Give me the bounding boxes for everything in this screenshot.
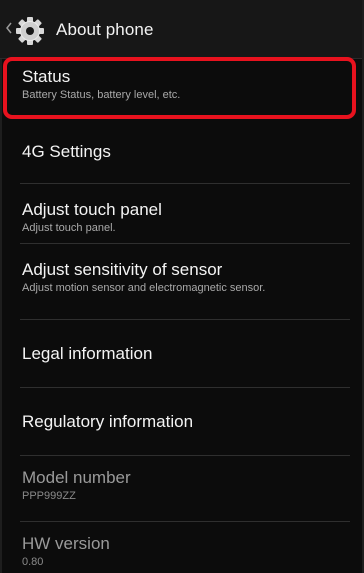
list-item-legal-information[interactable]: Legal information <box>0 320 364 388</box>
page-title: About phone <box>56 20 154 39</box>
item-summary: 0.80 <box>22 556 44 568</box>
item-title: Adjust sensitivity of sensor <box>22 260 223 279</box>
list-item-model-number: Model number PPP999ZZ <box>0 456 364 522</box>
list-item-status[interactable]: Status Battery Status, battery level, et… <box>0 58 364 118</box>
settings-gear-icon[interactable] <box>14 15 46 47</box>
item-title: Status <box>22 67 71 86</box>
item-title: Adjust touch panel <box>22 200 162 219</box>
action-bar: About phone <box>0 0 364 59</box>
item-summary: PPP999ZZ <box>22 490 76 502</box>
item-summary: Adjust motion sensor and electromagnetic… <box>22 282 266 294</box>
list-item-adjust-sensitivity[interactable]: Adjust sensitivity of sensor Adjust moti… <box>0 244 364 320</box>
item-summary: Battery Status, battery level, etc. <box>22 89 181 101</box>
screen: About phone Status Battery Status, batte… <box>0 0 364 573</box>
item-title: Regulatory information <box>22 412 194 431</box>
list-item-4g-settings[interactable]: 4G Settings <box>0 118 364 184</box>
list-item-hw-version: HW version 0.80 <box>0 522 364 573</box>
item-title: 4G Settings <box>22 142 111 161</box>
list-item-adjust-touch-panel[interactable]: Adjust touch panel Adjust touch panel. <box>0 184 364 244</box>
item-summary: Adjust touch panel. <box>22 222 116 234</box>
item-title: HW version <box>22 534 110 553</box>
list-item-regulatory-information[interactable]: Regulatory information <box>0 388 364 456</box>
item-title: Legal information <box>22 344 153 363</box>
chevron-left-icon[interactable] <box>6 22 12 34</box>
item-title: Model number <box>22 468 131 487</box>
